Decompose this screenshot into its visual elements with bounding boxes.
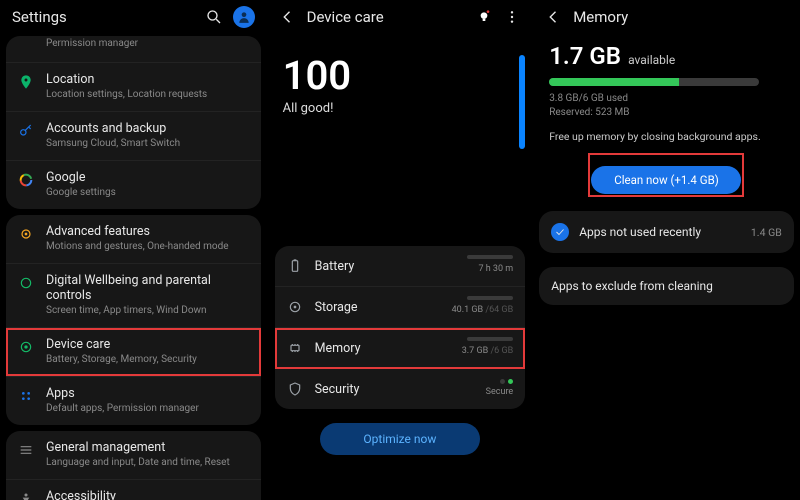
- pin-icon: [18, 74, 34, 90]
- memory-stats: 3.8 GB/6 GB used Reserved: 523 MB: [549, 92, 784, 120]
- memory-header: Memory: [533, 0, 800, 34]
- search-icon[interactable]: [205, 8, 223, 26]
- tips-icon[interactable]: [475, 8, 493, 26]
- score-label: All good!: [283, 101, 518, 116]
- back-icon[interactable]: [279, 8, 297, 26]
- device-care-header: Device care: [267, 0, 534, 34]
- apps-not-used-label: Apps not used recently: [579, 225, 741, 239]
- list-sub: Motions and gestures, One-handed mode: [46, 241, 229, 253]
- back-icon[interactable]: [545, 8, 563, 26]
- memory-hint: Free up memory by closing background app…: [549, 130, 784, 143]
- list-label: Google: [46, 170, 116, 185]
- memory-pane: Memory 1.7 GB available 3.8 GB/6 GB used…: [533, 0, 800, 500]
- shield-icon: [287, 381, 303, 397]
- dc-item-battery[interactable]: Battery 7 h 30 m: [275, 246, 526, 287]
- dc-item-security[interactable]: Security Secure: [275, 369, 526, 409]
- sliders-icon: [18, 442, 34, 458]
- list-item-google[interactable]: Google Google settings: [6, 161, 261, 209]
- check-icon: [551, 223, 569, 241]
- list-item-device-care[interactable]: Device care Battery, Storage, Memory, Se…: [6, 328, 261, 376]
- apps-exclude-label: Apps to exclude from cleaning: [551, 279, 782, 293]
- ring-icon: [18, 275, 34, 291]
- list-label: General management: [46, 440, 230, 455]
- score-value: 100: [283, 52, 518, 99]
- memory-amount-label: available: [628, 53, 675, 67]
- list-item-wellbeing[interactable]: Digital Wellbeing and parental controls …: [6, 264, 261, 327]
- list-label: Apps: [46, 386, 199, 401]
- google-icon: [18, 172, 34, 188]
- list-label: Accounts and backup: [46, 121, 180, 136]
- shield-icon: [18, 40, 34, 56]
- memory-apps-exclude[interactable]: Apps to exclude from cleaning: [539, 267, 794, 305]
- device-care-title: Device care: [307, 8, 384, 26]
- dc-label: Security: [315, 382, 360, 397]
- list-label: Advanced features: [46, 224, 229, 239]
- optimize-now-button[interactable]: Optimize now: [320, 423, 480, 455]
- list-label: Digital Wellbeing and parental controls: [46, 273, 249, 303]
- settings-header: Settings: [0, 0, 267, 34]
- circle-dot-icon: [18, 339, 34, 355]
- list-label: Location: [46, 72, 207, 87]
- list-item-accessibility[interactable]: Accessibility Voice Assistant, Mono audi…: [6, 480, 261, 500]
- more-icon[interactable]: [503, 8, 521, 26]
- person-icon: [18, 491, 34, 500]
- list-sub: Samsung Cloud, Smart Switch: [46, 138, 180, 150]
- memory-usage-bar: [549, 78, 759, 86]
- battery-icon: [287, 258, 303, 274]
- disc-icon: [287, 299, 303, 315]
- memory-title: Memory: [573, 8, 628, 26]
- list-sub: Location settings, Location requests: [46, 89, 207, 101]
- settings-group-c: General management Language and input, D…: [6, 431, 261, 500]
- list-sub: Language and input, Date and time, Reset: [46, 457, 230, 469]
- dc-label: Storage: [315, 300, 358, 315]
- dc-item-memory[interactable]: Memory 3.7 GB /6 GB: [275, 328, 526, 369]
- memory-amount: 1.7 GB: [549, 42, 621, 70]
- dc-metric: 40.1 GB /64 GB: [452, 295, 514, 315]
- gear-dots-icon: [18, 226, 34, 242]
- list-item-accounts[interactable]: Accounts and backup Samsung Cloud, Smart…: [6, 112, 261, 160]
- dc-metric: Secure: [486, 377, 514, 397]
- list-label: Device care: [46, 337, 197, 352]
- list-sub: Permission manager: [46, 38, 138, 50]
- list-sub: Default apps, Permission manager: [46, 403, 199, 415]
- list-item-apps[interactable]: Apps Default apps, Permission manager: [6, 377, 261, 425]
- dc-metric: 7 h 30 m: [467, 254, 513, 274]
- apps-not-used-value: 1.4 GB: [751, 226, 782, 239]
- settings-group-a: Permission manager Location Location set…: [6, 36, 261, 209]
- clean-now-highlight: Clean now (+1.4 GB): [588, 153, 744, 197]
- chip-icon: [287, 340, 303, 356]
- dc-label: Memory: [315, 341, 361, 356]
- list-item-general[interactable]: General management Language and input, D…: [6, 431, 261, 479]
- key-icon: [18, 123, 34, 139]
- grid-icon: [18, 388, 34, 404]
- clean-now-button[interactable]: Clean now (+1.4 GB): [591, 166, 741, 194]
- settings-group-b: Advanced features Motions and gestures, …: [6, 215, 261, 425]
- dc-label: Battery: [315, 259, 355, 274]
- settings-title: Settings: [12, 8, 67, 26]
- list-item-location[interactable]: Location Location settings, Location req…: [6, 63, 261, 111]
- dc-metric: 3.7 GB /6 GB: [462, 336, 513, 356]
- device-care-pane: Device care 100 All good! Battery: [267, 0, 534, 500]
- list-label: Accessibility: [46, 489, 247, 500]
- dc-item-storage[interactable]: Storage 40.1 GB /64 GB: [275, 287, 526, 328]
- settings-pane: Settings Permission manager Location: [0, 0, 267, 500]
- memory-apps-not-used[interactable]: Apps not used recently 1.4 GB: [539, 211, 794, 253]
- account-avatar[interactable]: [233, 6, 255, 28]
- list-sub: Battery, Storage, Memory, Security: [46, 354, 197, 366]
- device-care-score-block: 100 All good!: [267, 34, 534, 116]
- list-sub: Google settings: [46, 187, 116, 199]
- list-item-advanced[interactable]: Advanced features Motions and gestures, …: [6, 215, 261, 263]
- list-item-permission[interactable]: Permission manager: [6, 36, 261, 62]
- list-sub: Screen time, App timers, Wind Down: [46, 305, 249, 317]
- device-care-list: Battery 7 h 30 m Storage 40.1 GB /64 GB: [275, 246, 526, 409]
- memory-summary: 1.7 GB available 3.8 GB/6 GB used Reserv…: [533, 34, 800, 120]
- score-bar: [519, 55, 525, 149]
